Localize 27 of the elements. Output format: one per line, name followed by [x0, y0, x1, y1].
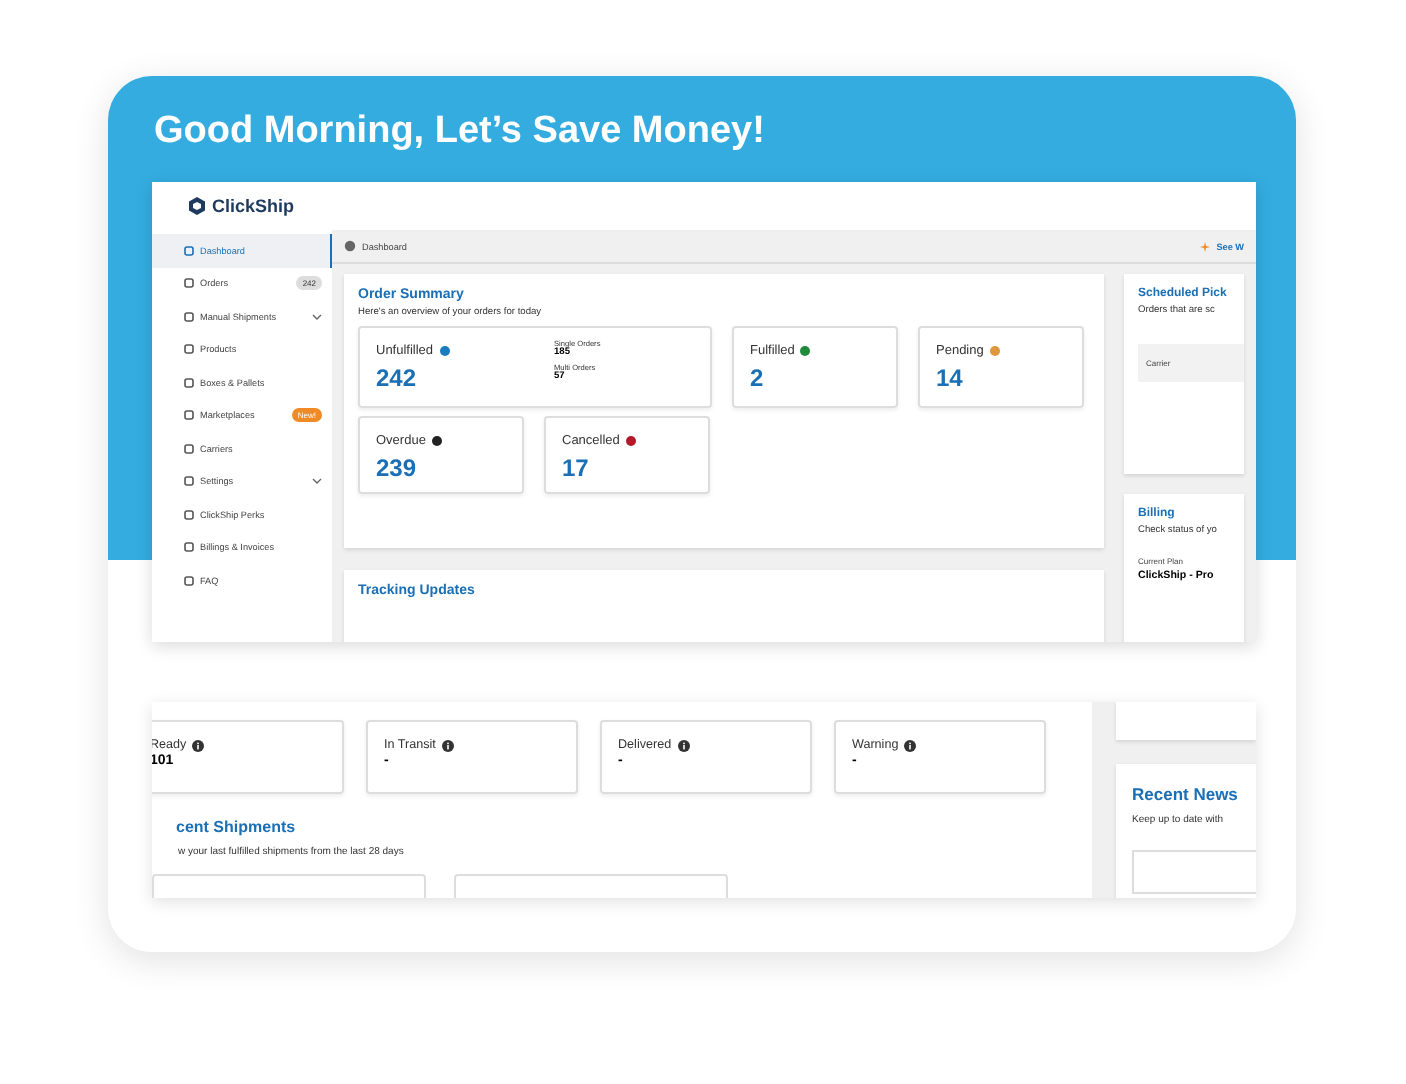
- greeting-heading: Good Morning, Let’s Save Money!: [154, 110, 767, 154]
- info-icon: [904, 739, 917, 751]
- logo-text: ClickShip: [212, 196, 295, 216]
- sparkle-icon: [1200, 241, 1211, 251]
- stat-value: 2: [750, 364, 766, 392]
- square-icon: [184, 377, 194, 388]
- square-icon: [184, 245, 194, 256]
- square-icon: [184, 443, 194, 454]
- panel-title: cent Shipments: [176, 818, 298, 836]
- info-icon: [192, 739, 205, 751]
- news-item: [1132, 850, 1256, 894]
- square-icon: [184, 344, 194, 355]
- stat-value: 242: [376, 364, 419, 392]
- square-icon: [184, 410, 194, 421]
- stat-value: 239: [376, 454, 419, 482]
- info-icon: [441, 739, 454, 751]
- panel-title: Recent News: [1132, 784, 1240, 804]
- square-icon: [184, 476, 194, 487]
- info-icon: [677, 739, 690, 751]
- stat-value: 14: [936, 364, 965, 392]
- stat-value: 17: [562, 454, 591, 482]
- square-icon: [184, 575, 194, 586]
- square-icon: [184, 542, 194, 553]
- card-bottom: [1116, 702, 1256, 740]
- square-icon: [184, 278, 194, 289]
- square-icon: [184, 509, 194, 520]
- square-icon: [184, 311, 194, 322]
